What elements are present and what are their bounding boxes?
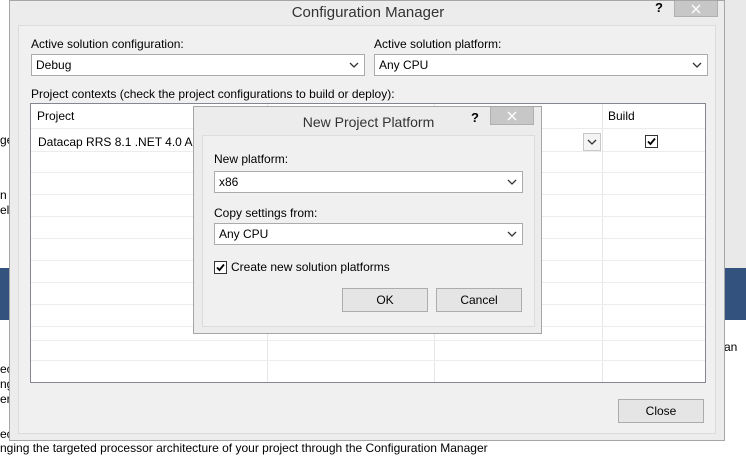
create-solution-platforms-checkbox[interactable] bbox=[214, 261, 227, 274]
background-caption: nging the targeted processor architectur… bbox=[0, 441, 488, 455]
background-toolbar-right bbox=[724, 268, 746, 320]
window-title: Configuration Manager bbox=[291, 4, 445, 21]
grid-row-line bbox=[31, 340, 705, 341]
close-x-icon bbox=[691, 4, 701, 13]
project-contexts-label: Project contexts (check the project conf… bbox=[31, 87, 395, 101]
help-icon[interactable]: ? bbox=[655, 1, 669, 15]
copy-settings-select[interactable]: Any CPU bbox=[214, 223, 523, 245]
dialog-body: New platform: x86 Copy settings from: An… bbox=[202, 135, 535, 327]
table-row-project[interactable]: Datacap RRS 8.1 .NET 4.0 Acti bbox=[38, 135, 205, 149]
active-platform-label: Active solution platform: bbox=[374, 37, 502, 51]
new-platform-value: x86 bbox=[219, 175, 239, 189]
background-app-right bbox=[724, 0, 746, 268]
platform-dropdown-button[interactable] bbox=[583, 133, 601, 151]
copy-settings-label: Copy settings from: bbox=[214, 206, 318, 220]
active-platform-value: Any CPU bbox=[379, 58, 429, 72]
create-solution-platforms-label[interactable]: Create new solution platforms bbox=[231, 260, 390, 274]
active-config-value: Debug bbox=[36, 58, 72, 72]
column-header-build[interactable]: Build bbox=[602, 104, 635, 128]
chevron-down-icon bbox=[506, 227, 518, 241]
close-button[interactable]: Close bbox=[618, 399, 704, 423]
chevron-down-icon bbox=[691, 58, 703, 72]
new-project-platform-dialog: New Project Platform ? New platform: x86… bbox=[193, 106, 542, 334]
ok-button[interactable]: OK bbox=[342, 288, 428, 312]
new-platform-label: New platform: bbox=[214, 152, 289, 166]
active-config-label: Active solution configuration: bbox=[31, 37, 184, 51]
new-platform-select[interactable]: x86 bbox=[214, 171, 523, 193]
background-text-fragment: an bbox=[724, 340, 738, 354]
active-platform-select[interactable]: Any CPU bbox=[374, 54, 708, 76]
copy-settings-value: Any CPU bbox=[219, 227, 269, 241]
close-icon[interactable] bbox=[674, 1, 718, 17]
chevron-down-icon bbox=[348, 58, 360, 72]
background-text-fragment: el bbox=[0, 203, 10, 217]
cancel-button[interactable]: Cancel bbox=[436, 288, 522, 312]
background-text-fragment: n bbox=[0, 188, 7, 202]
chevron-down-icon bbox=[506, 175, 518, 189]
close-icon[interactable] bbox=[490, 107, 534, 125]
chevron-down-icon bbox=[587, 139, 597, 145]
help-icon[interactable]: ? bbox=[471, 110, 479, 125]
checkmark-icon bbox=[647, 137, 656, 146]
build-checkbox[interactable] bbox=[645, 135, 658, 148]
active-config-select[interactable]: Debug bbox=[31, 54, 365, 76]
column-header-project[interactable]: Project bbox=[31, 104, 74, 128]
grid-row-line bbox=[31, 360, 705, 361]
checkmark-icon bbox=[216, 263, 225, 272]
close-x-icon bbox=[507, 111, 517, 120]
